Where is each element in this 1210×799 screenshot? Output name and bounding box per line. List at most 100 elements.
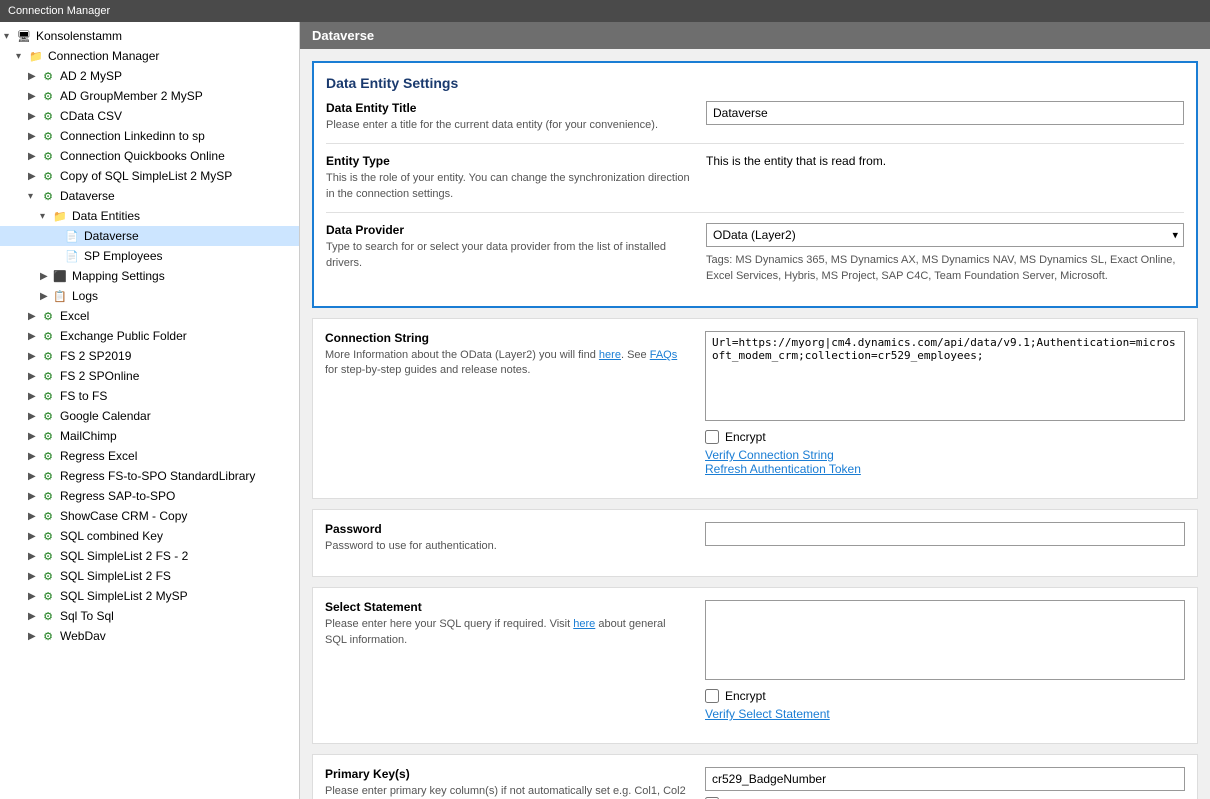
select-statement-link-here[interactable]: here: [573, 618, 595, 630]
data-provider-row: Data Provider Type to search for or sele…: [326, 223, 1184, 294]
sidebar-item-quickbooks[interactable]: ▶ ⚙ Connection Quickbooks Online: [0, 146, 299, 166]
item-label: Dataverse: [84, 229, 139, 243]
item-label: Exchange Public Folder: [60, 329, 187, 343]
expand-icon: ▶: [28, 331, 40, 342]
connection-string-encrypt-checkbox[interactable]: [705, 430, 719, 444]
folder-icon: 📁: [52, 208, 68, 224]
sidebar-item-googlecalendar[interactable]: ▶ ⚙ Google Calendar: [0, 406, 299, 426]
data-entity-title-row: Data Entity Title Please enter a title f…: [326, 101, 1184, 144]
sidebar-item-dataverse-entity[interactable]: 📄 Dataverse: [0, 226, 299, 246]
expand-icon: ▶: [28, 431, 40, 442]
sidebar-item-webdav[interactable]: ▶ ⚙ WebDav: [0, 626, 299, 646]
expand-icon: ▶: [28, 551, 40, 562]
sidebar-item-sqlsimplelist2mysp[interactable]: ▶ ⚙ SQL SimpleList 2 MySP: [0, 586, 299, 606]
sidebar-item-mappingsettings[interactable]: ▶ ⬛ Mapping Settings: [0, 266, 299, 286]
sidebar-item-excel[interactable]: ▶ ⚙ Excel: [0, 306, 299, 326]
expand-icon: ▶: [28, 151, 40, 162]
computer-icon: 🖥: [16, 28, 32, 44]
sidebar-item-sqlsimplelist2fs2[interactable]: ▶ ⚙ SQL SimpleList 2 FS - 2: [0, 546, 299, 566]
expand-icon: ▶: [28, 511, 40, 522]
sidebar-item-dataverse[interactable]: ▾ ⚙ Dataverse: [0, 186, 299, 206]
verify-select-statement-link[interactable]: Verify Select Statement: [705, 707, 830, 721]
sidebar-item-logs[interactable]: ▶ 📋 Logs: [0, 286, 299, 306]
gear-icon: ⚙: [40, 68, 56, 84]
sidebar-item-fstofs[interactable]: ▶ ⚙ FS to FS: [0, 386, 299, 406]
item-label: SP Employees: [84, 249, 163, 263]
sidebar-item-showcasecrm[interactable]: ▶ ⚙ ShowCase CRM - Copy: [0, 506, 299, 526]
panel-header-title: Dataverse: [312, 28, 374, 43]
sidebar-item-adgroupmember[interactable]: ▶ ⚙ AD GroupMember 2 MySP: [0, 86, 299, 106]
sidebar-item-sqltosql[interactable]: ▶ ⚙ Sql To Sql: [0, 606, 299, 626]
gear-icon: ⚙: [40, 608, 56, 624]
sidebar-item-connection-manager[interactable]: ▾ 📁 Connection Manager: [0, 46, 299, 66]
item-label: AD 2 MySP: [60, 69, 122, 83]
expand-icon: ▶: [28, 111, 40, 122]
sidebar-item-regressfstospo[interactable]: ▶ ⚙ Regress FS-to-SPO StandardLibrary: [0, 466, 299, 486]
refresh-authentication-token-link[interactable]: Refresh Authentication Token: [705, 462, 861, 476]
expand-icon: ▾: [28, 191, 40, 202]
gear-icon: ⚙: [40, 108, 56, 124]
sidebar-item-regressexcel[interactable]: ▶ ⚙ Regress Excel: [0, 446, 299, 466]
folder-icon: 📁: [28, 48, 44, 64]
sidebar-item-sqlcombinedkey[interactable]: ▶ ⚙ SQL combined Key: [0, 526, 299, 546]
select-statement-label: Select Statement: [325, 600, 689, 614]
data-entity-title-input[interactable]: [706, 101, 1184, 125]
item-label: SQL SimpleList 2 MySP: [60, 589, 188, 603]
item-label: FS 2 SPOnline: [60, 369, 139, 383]
sidebar-item-data-entities[interactable]: ▾ 📁 Data Entities: [0, 206, 299, 226]
gear-icon: ⚙: [40, 188, 56, 204]
select-statement-encrypt-checkbox[interactable]: [705, 689, 719, 703]
sidebar-item-fs2sponline[interactable]: ▶ ⚙ FS 2 SPOnline: [0, 366, 299, 386]
sidebar-item-copysql[interactable]: ▶ ⚙ Copy of SQL SimpleList 2 MySP: [0, 166, 299, 186]
item-label: SQL combined Key: [60, 529, 163, 543]
password-row: Password Password to use for authenticat…: [325, 522, 1185, 564]
gear-icon: ⚙: [40, 88, 56, 104]
sidebar-item-exchange[interactable]: ▶ ⚙ Exchange Public Folder: [0, 326, 299, 346]
gear-icon: ⚙: [40, 408, 56, 424]
primary-keys-input-col: Encrypt Verify Primary Key: [705, 767, 1185, 799]
expand-icon: ▶: [28, 351, 40, 362]
gear-icon: ⚙: [40, 548, 56, 564]
data-provider-select[interactable]: OData (Layer2): [706, 223, 1184, 247]
item-label: Dataverse: [60, 189, 115, 203]
expand-icon: ▶: [28, 531, 40, 542]
sidebar-item-linkedin[interactable]: ▶ ⚙ Connection Linkedinn to sp: [0, 126, 299, 146]
select-statement-textarea[interactable]: [705, 600, 1185, 680]
gear-icon: ⚙: [40, 128, 56, 144]
expand-icon: ▶: [28, 451, 40, 462]
connection-string-label: Connection String: [325, 331, 689, 345]
sidebar-item-ad2mysp[interactable]: ▶ ⚙ AD 2 MySP: [0, 66, 299, 86]
select-statement-encrypt-label: Encrypt: [725, 689, 766, 703]
sidebar-item-mailchimp[interactable]: ▶ ⚙ MailChimp: [0, 426, 299, 446]
connection-string-link-faqs[interactable]: FAQs: [650, 349, 678, 361]
sidebar-item-regresssaptospo[interactable]: ▶ ⚙ Regress SAP-to-SPO: [0, 486, 299, 506]
entity-icon: 📄: [64, 228, 80, 244]
expand-icon: ▶: [28, 171, 40, 182]
connection-string-row: Connection String More Information about…: [325, 331, 1185, 486]
top-bar: Connection Manager: [0, 0, 1210, 22]
password-desc: Password to use for authentication.: [325, 539, 689, 554]
item-label: Connection Linkedinn to sp: [60, 129, 205, 143]
gear-icon: ⚙: [40, 568, 56, 584]
gear-icon: ⚙: [40, 328, 56, 344]
primary-keys-label: Primary Key(s): [325, 767, 689, 781]
sidebar-item-cdatacsv[interactable]: ▶ ⚙ CData CSV: [0, 106, 299, 126]
sidebar-item-fs2sp2019[interactable]: ▶ ⚙ FS 2 SP2019: [0, 346, 299, 366]
password-label-col: Password Password to use for authenticat…: [325, 522, 705, 554]
expand-icon: ▶: [28, 71, 40, 82]
password-input[interactable]: [705, 522, 1185, 546]
item-label: Data Entities: [72, 209, 140, 223]
data-provider-label-col: Data Provider Type to search for or sele…: [326, 223, 706, 271]
verify-connection-string-link[interactable]: Verify Connection String: [705, 448, 834, 462]
sidebar-item-sqlsimplelist2fs[interactable]: ▶ ⚙ SQL SimpleList 2 FS: [0, 566, 299, 586]
sidebar-item-root[interactable]: ▾ 🖥 Konsolenstamm: [0, 26, 299, 46]
connection-string-textarea[interactable]: Url=https://myorg|cm4.dynamics.com/api/d…: [705, 331, 1185, 421]
gear-icon: ⚙: [40, 368, 56, 384]
cm-label: Connection Manager: [48, 49, 159, 63]
connection-string-link-here[interactable]: here: [599, 349, 621, 361]
sidebar-item-spemployees[interactable]: 📄 SP Employees: [0, 246, 299, 266]
primary-keys-input[interactable]: [705, 767, 1185, 791]
gear-icon: ⚙: [40, 488, 56, 504]
data-entity-settings-section: Data Entity Settings Data Entity Title P…: [312, 61, 1198, 308]
data-entity-title-input-col: [706, 101, 1184, 125]
